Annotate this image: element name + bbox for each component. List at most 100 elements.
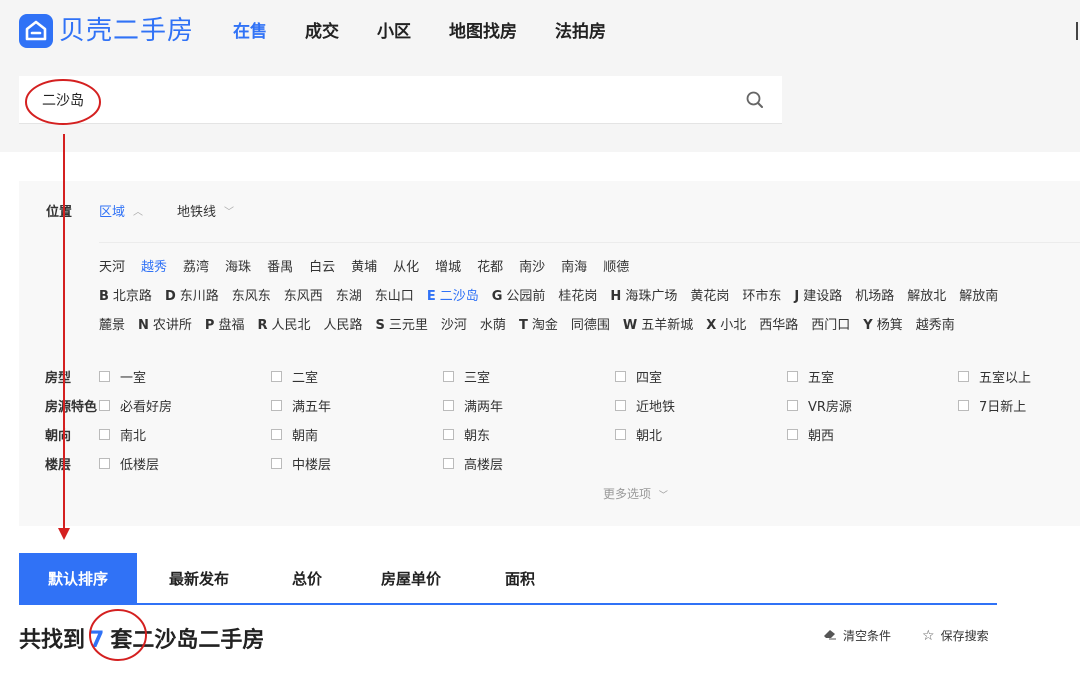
area-item[interactable]: T 淘金 [519, 314, 558, 333]
area-item[interactable]: D 东川路 [165, 285, 219, 304]
area-item[interactable]: N 农讲所 [138, 314, 192, 333]
checkbox-icon [443, 458, 454, 469]
option-checkbox[interactable]: 五室以上 [958, 367, 1031, 386]
area-item[interactable]: G 公园前 [492, 285, 546, 304]
menu-edge-icon[interactable] [1076, 22, 1080, 40]
option-checkbox[interactable]: 中楼层 [271, 454, 331, 473]
area-item[interactable]: 沙河 [441, 314, 467, 333]
logo[interactable]: 贝壳二手房 [19, 14, 194, 48]
district-item[interactable]: 白云 [309, 256, 335, 275]
area-item[interactable]: X 小北 [706, 314, 746, 333]
area-item[interactable]: 桂花岗 [558, 285, 597, 304]
more-options-button[interactable]: 更多选项 ﹀ [603, 485, 668, 502]
district-list: 天河 越秀 荔湾 海珠 番禺 白云 黄埔 从化 增城 花都 南沙 南海 顺德 [99, 256, 645, 275]
district-item[interactable]: 从化 [393, 256, 419, 275]
district-item[interactable]: 南沙 [519, 256, 545, 275]
checkbox-icon [99, 458, 110, 469]
option-row-label: 房型 [45, 371, 72, 386]
option-checkbox[interactable]: 低楼层 [99, 454, 159, 473]
checkbox-icon [787, 400, 798, 411]
option-checkbox[interactable]: 7日新上 [958, 396, 1026, 415]
district-item[interactable]: 番禺 [267, 256, 293, 275]
tab-unit-price[interactable]: 房屋单价 [381, 553, 441, 603]
tab-default-sort[interactable]: 默认排序 [19, 553, 137, 603]
checkbox-icon [615, 429, 626, 440]
area-item[interactable]: Y 杨箕 [863, 314, 902, 333]
area-item[interactable]: S 三元里 [376, 314, 428, 333]
district-item[interactable]: 越秀 [141, 256, 167, 275]
option-checkbox[interactable]: 朝西 [787, 425, 834, 444]
area-item[interactable]: 机场路 [855, 285, 894, 304]
area-item[interactable]: R 人民北 [257, 314, 310, 333]
area-item[interactable]: 东湖 [336, 285, 362, 304]
area-item[interactable]: 东风东 [232, 285, 271, 304]
option-label: 朝东 [464, 429, 491, 444]
nav-item-xiaoqu[interactable]: 小区 [377, 21, 411, 43]
option-checkbox[interactable]: 高楼层 [443, 454, 503, 473]
nav-item-chengjiao[interactable]: 成交 [305, 21, 339, 43]
tab-newest[interactable]: 最新发布 [169, 553, 229, 603]
area-item[interactable]: 解放南 [959, 285, 998, 304]
option-checkbox[interactable]: 五室 [787, 367, 834, 386]
option-checkbox[interactable]: 必看好房 [99, 396, 172, 415]
main-nav: 在售 成交 小区 地图找房 法拍房 [233, 21, 644, 43]
option-checkbox[interactable]: 朝东 [443, 425, 490, 444]
nav-item-map[interactable]: 地图找房 [449, 21, 517, 43]
option-checkbox[interactable]: 满五年 [271, 396, 331, 415]
district-item[interactable]: 海珠 [225, 256, 251, 275]
area-item[interactable]: 同德围 [571, 314, 610, 333]
checkbox-icon [99, 429, 110, 440]
area-item[interactable]: B 北京路 [99, 285, 152, 304]
nav-item-zaishou[interactable]: 在售 [233, 21, 267, 43]
tab-total-price[interactable]: 总价 [292, 553, 322, 603]
area-item[interactable]: 水荫 [480, 314, 506, 333]
option-checkbox[interactable]: VR房源 [787, 396, 852, 415]
option-checkbox[interactable]: 朝北 [615, 425, 662, 444]
district-item[interactable]: 天河 [99, 256, 125, 275]
option-checkbox[interactable]: 一室 [99, 367, 146, 386]
area-item[interactable]: 黄花岗 [690, 285, 729, 304]
district-item[interactable]: 黄埔 [351, 256, 377, 275]
tab-subway[interactable]: 地铁线 ﹀ [177, 201, 234, 220]
option-checkbox[interactable]: 二室 [271, 367, 318, 386]
district-item[interactable]: 顺德 [603, 256, 629, 275]
option-checkbox[interactable]: 四室 [615, 367, 662, 386]
area-item[interactable]: 越秀南 [916, 314, 955, 333]
tab-area[interactable]: 区域 ︿ [99, 201, 143, 220]
area-item[interactable]: E 二沙岛 [427, 285, 479, 304]
area-name: 东风西 [283, 289, 323, 304]
district-item[interactable]: 花都 [477, 256, 503, 275]
save-search-button[interactable]: ☆ 保存搜索 [922, 627, 989, 644]
search-icon[interactable] [745, 90, 765, 110]
area-item[interactable]: 西门口 [811, 314, 850, 333]
clear-filters-button[interactable]: 清空条件 [823, 627, 891, 644]
area-item[interactable]: H 海珠广场 [610, 285, 677, 304]
area-item[interactable]: P 盘福 [205, 314, 245, 333]
area-letter: T [518, 318, 528, 333]
option-label: 7日新上 [979, 400, 1027, 415]
area-item[interactable]: J 建设路 [794, 285, 842, 304]
area-item[interactable]: 环市东 [742, 285, 781, 304]
search-input[interactable] [42, 89, 642, 111]
area-item[interactable]: 解放北 [907, 285, 946, 304]
result-prefix: 共找到 [19, 628, 86, 653]
option-checkbox[interactable]: 朝南 [271, 425, 318, 444]
area-item[interactable]: 东山口 [375, 285, 414, 304]
checkbox-icon [787, 429, 798, 440]
area-letter: X [706, 318, 717, 333]
nav-item-fapai[interactable]: 法拍房 [555, 21, 606, 43]
district-item[interactable]: 荔湾 [183, 256, 209, 275]
area-item[interactable]: 西华路 [759, 314, 798, 333]
option-checkbox[interactable]: 南北 [99, 425, 146, 444]
option-checkbox[interactable]: 满两年 [443, 396, 503, 415]
option-checkbox[interactable]: 近地铁 [615, 396, 675, 415]
area-item[interactable]: 人民路 [324, 314, 363, 333]
district-item[interactable]: 南海 [561, 256, 587, 275]
area-item[interactable]: W 五羊新城 [623, 314, 693, 333]
area-item[interactable]: 麓景 [99, 314, 125, 333]
option-checkbox[interactable]: 三室 [443, 367, 490, 386]
district-item[interactable]: 增城 [435, 256, 461, 275]
checkbox-icon [958, 371, 969, 382]
tab-area-size[interactable]: 面积 [505, 553, 535, 603]
area-item[interactable]: 东风西 [284, 285, 323, 304]
